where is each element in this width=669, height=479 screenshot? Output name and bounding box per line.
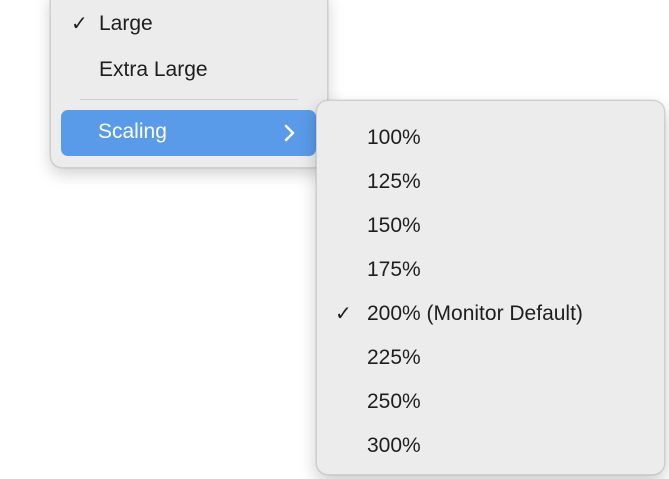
submenu-item-label: 125% [367, 170, 421, 193]
submenu-item-225[interactable]: 225% [317, 336, 664, 380]
menu-item-large[interactable]: ✓ Large [71, 9, 291, 39]
submenu-item-175[interactable]: 175% [317, 248, 664, 292]
submenu-item-label: 250% [367, 390, 421, 413]
submenu-item-125[interactable]: 125% [317, 160, 664, 204]
menu-item-extra-large[interactable]: Extra Large [71, 55, 291, 85]
submenu-item-300[interactable]: 300% [317, 424, 664, 468]
submenu-item-150[interactable]: 150% [317, 204, 664, 248]
chevron-right-icon [282, 122, 298, 144]
menu-item-scaling[interactable]: Scaling [61, 110, 316, 156]
view-size-menu: ✓ Large Extra Large Scaling [50, 0, 328, 168]
checkmark-icon: ✓ [71, 13, 88, 35]
submenu-item-label: 100% [367, 126, 421, 149]
submenu-item-100[interactable]: 100% [317, 116, 664, 160]
submenu-item-200-monitor-default[interactable]: ✓ 200% (Monitor Default) [317, 292, 664, 336]
menu-item-label: Large [99, 12, 153, 35]
menu-item-label: Extra Large [99, 58, 208, 81]
menu-separator [80, 99, 298, 100]
submenu-item-label: 225% [367, 346, 421, 369]
menu-item-label: Scaling [98, 120, 167, 143]
checkmark-icon: ✓ [335, 303, 352, 325]
submenu-item-label: 200% (Monitor Default) [367, 302, 583, 325]
submenu-item-250[interactable]: 250% [317, 380, 664, 424]
submenu-item-label: 175% [367, 258, 421, 281]
submenu-item-label: 300% [367, 434, 421, 457]
submenu-item-label: 150% [367, 214, 421, 237]
scaling-submenu: 100% 125% 150% 175% ✓ 200% (Monitor Defa… [316, 100, 665, 475]
